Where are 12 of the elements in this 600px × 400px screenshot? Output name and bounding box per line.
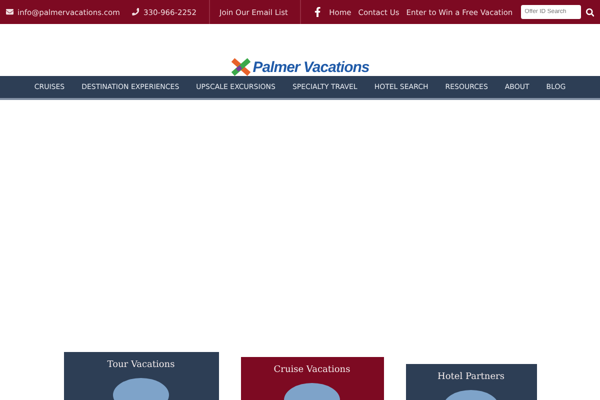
- x-logo-icon: [230, 58, 251, 76]
- search-icon[interactable]: [586, 8, 594, 16]
- card-title: Cruise Vacations: [274, 365, 350, 375]
- envelope-icon: [6, 8, 14, 16]
- card-title: Hotel Partners: [438, 372, 504, 382]
- phone-icon: [132, 8, 140, 16]
- category-card[interactable]: Tour Vacations: [64, 352, 218, 400]
- category-card[interactable]: Hotel Partners: [406, 364, 536, 400]
- card-title: Tour Vacations: [107, 360, 175, 370]
- logo-text[interactable]: Palmer Vacations: [252, 58, 370, 76]
- facebook-icon[interactable]: [312, 7, 322, 17]
- category-card[interactable]: Cruise Vacations: [240, 357, 384, 400]
